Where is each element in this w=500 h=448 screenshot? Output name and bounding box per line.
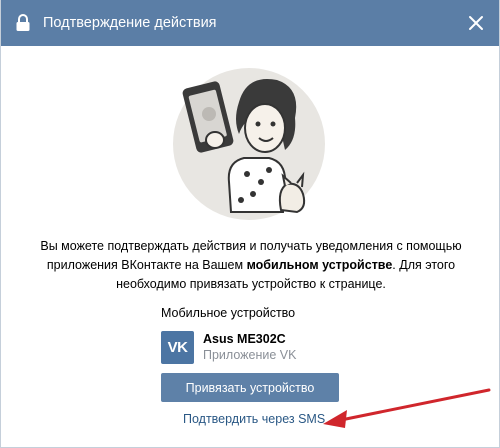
device-section-label: Мобильное устройство [161, 306, 296, 320]
device-name: Asus ME302C [203, 332, 286, 346]
vk-logo-icon: VK [161, 330, 194, 364]
woman-with-phone-illustration [173, 68, 325, 220]
dialog-title: Подтверждение действия [43, 15, 217, 31]
device-info: Asus ME302C Приложение VK [203, 331, 296, 363]
annotation-arrow-icon [323, 388, 491, 428]
device-app: Приложение VK [203, 348, 297, 362]
lock-icon [16, 14, 30, 31]
description-bold: мобильном устройстве [246, 258, 393, 272]
confirm-via-sms-link[interactable]: Подтвердить через SMS [183, 412, 325, 426]
close-icon[interactable] [467, 14, 485, 32]
dialog-header: Подтверждение действия [1, 0, 499, 46]
confirm-action-dialog: Подтверждение действия Вы можете подтвер… [0, 0, 500, 448]
description-text: Вы можете подтверждать действия и получа… [21, 237, 481, 294]
device-row: VK Asus ME302C Приложение VK [161, 330, 296, 364]
